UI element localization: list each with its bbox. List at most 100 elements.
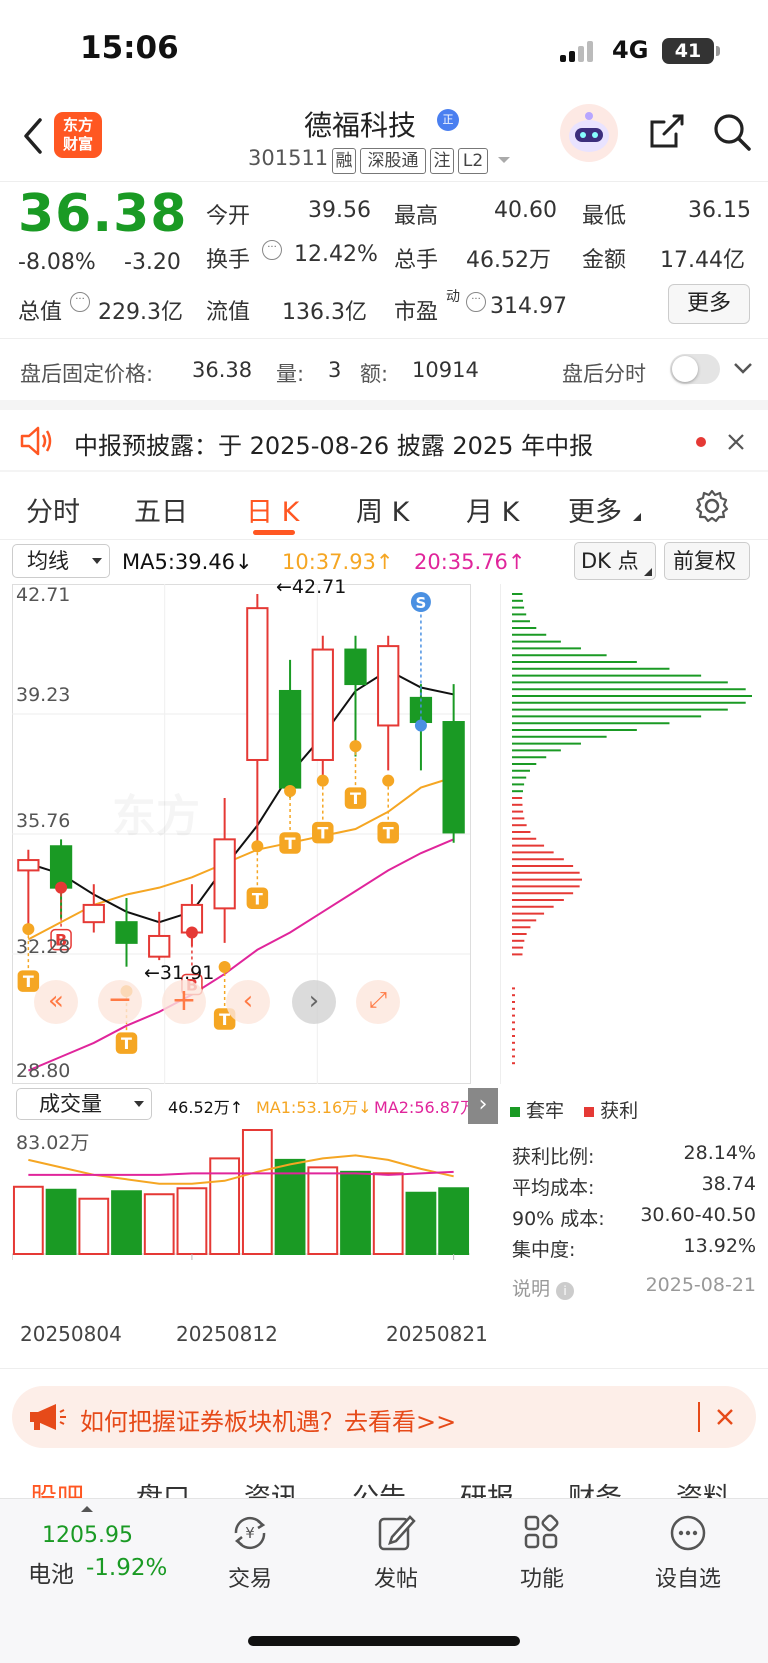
tab-five-day[interactable]: 五日 (134, 490, 188, 529)
app-logo[interactable]: 东方 财富 (54, 112, 102, 158)
fast-rewind-button[interactable]: « (34, 980, 78, 1024)
index-value[interactable]: 1205.95 (42, 1523, 133, 1548)
candle-body (442, 721, 465, 834)
notice-bar[interactable]: 中报预披露：于 2025-08-26 披露 2025 年中报 (0, 410, 768, 472)
signal-dot (185, 926, 198, 939)
gear-icon[interactable] (694, 488, 730, 524)
candle-body (246, 607, 269, 761)
tag-registered: 注 (430, 148, 454, 174)
kline-chart[interactable]: TBTBTTTTTTS 42.71 39.23 35.76 32.28 28.8… (12, 576, 500, 1084)
volume-bar (241, 1129, 273, 1255)
subtab-forum[interactable]: 股吧 (30, 1476, 84, 1500)
close-icon[interactable] (726, 432, 746, 452)
subtab-financials[interactable]: 财务 (568, 1476, 622, 1500)
share-icon[interactable] (644, 110, 688, 154)
subtab-research[interactable]: 研报 (460, 1476, 514, 1500)
open-label: 今开 (206, 204, 251, 229)
candle-body (311, 648, 334, 761)
info-icon: i (556, 1282, 575, 1300)
assistant-robot-icon[interactable] (560, 104, 618, 162)
high-annotation: ←42.71 (276, 576, 347, 598)
chip-note-row[interactable]: 说明 i 2025-08-21 (512, 1274, 756, 1301)
tab-more[interactable]: 更多 (568, 490, 622, 529)
back-arrow-icon[interactable] (18, 116, 48, 156)
candle-body (213, 838, 236, 910)
amount-value: 17.44亿 (660, 248, 745, 273)
tab-weekly-k[interactable]: 周 K (356, 490, 409, 529)
fullscreen-button[interactable]: ⤢ (356, 980, 400, 1024)
pan-right-button[interactable]: › (292, 980, 336, 1024)
date-label: 20250804 (20, 1322, 122, 1346)
signal-label: T (383, 824, 394, 843)
promo-banner[interactable]: 如何把握证券板块机遇？去看看>> (12, 1386, 756, 1448)
subtab-news[interactable]: 资讯 (244, 1476, 298, 1500)
volume-bar (111, 1190, 142, 1255)
volume-chart: 83.02万 (12, 1126, 500, 1316)
last-price: 36.38 (18, 184, 188, 244)
y-tick-label: 42.71 (16, 584, 71, 606)
high-label: 最高 (394, 204, 439, 229)
zoom-in-button[interactable]: + (162, 980, 206, 1024)
y-tick-label: 39.23 (16, 684, 71, 706)
date-label: 20250821 (386, 1322, 488, 1346)
info-dots-icon[interactable]: ··· (262, 240, 282, 260)
candle-body (344, 648, 367, 686)
zoom-out-button[interactable]: − (98, 980, 142, 1024)
tab-intraday[interactable]: 分时 (26, 490, 80, 529)
after-hours-toggle[interactable] (670, 354, 720, 384)
volume-bar (78, 1197, 110, 1255)
legend-trapped: 套牢 (526, 1100, 565, 1122)
chip-legend: 套牢 获利 (510, 1096, 638, 1123)
dk-point-button[interactable]: DK 点 (574, 542, 656, 580)
index-change[interactable]: -1.92% (86, 1555, 167, 1581)
candle-body (49, 845, 73, 889)
signal-dot (382, 774, 395, 787)
close-icon[interactable] (716, 1408, 734, 1426)
dropdown-caret-icon[interactable] (496, 154, 512, 166)
volume-bar (176, 1187, 208, 1255)
volume-ma2: MA2:56.87万 (374, 1098, 474, 1117)
nav-add-watchlist-label: 设自选 (654, 1567, 721, 1592)
ma10-value: 10:37.93↑ (282, 550, 394, 574)
subtab-announcements[interactable]: 公告 (352, 1476, 406, 1500)
search-icon[interactable] (710, 110, 754, 154)
index-name[interactable]: 电池 (28, 1555, 74, 1589)
sub-tabs: 股吧 盘口 资讯 公告 研报 财务 资料 (0, 1470, 768, 1500)
subtab-profile[interactable]: 资料 (676, 1476, 730, 1500)
low-value: 36.15 (688, 198, 751, 223)
y-tick-label: 28.80 (16, 1060, 71, 1082)
turnover-value: 12.42% (294, 242, 378, 267)
volume-max-label: 83.02万 (16, 1132, 90, 1154)
high-value: 40.60 (494, 198, 557, 223)
adjust-button[interactable]: 前复权 (664, 542, 750, 580)
open-value: 39.56 (308, 198, 371, 223)
info-dots-icon[interactable]: ··· (466, 292, 486, 312)
after-hours-row: 盘后固定价格: 36.38 量: 3 额: 10914 盘后分时 (0, 338, 768, 400)
watermark: 东方 (112, 780, 200, 844)
nav-trade[interactable]: ¥ 交易 (190, 1511, 310, 1593)
subtab-orderbook[interactable]: 盘口 (136, 1476, 190, 1500)
info-dots-icon[interactable]: ··· (70, 292, 90, 312)
low-label: 最低 (582, 204, 627, 229)
expand-arrow-button[interactable]: › (468, 1088, 498, 1124)
float-value-label: 流值 (206, 300, 251, 325)
nav-functions[interactable]: 功能 (482, 1511, 602, 1593)
volume-bar (143, 1193, 175, 1256)
nav-add-watchlist[interactable]: 设自选 (628, 1511, 748, 1593)
indicator-select[interactable]: 均线 (12, 544, 110, 578)
battery-icon: 41 (662, 38, 714, 64)
y-tick-label: 32.28 (16, 936, 71, 958)
nav-post[interactable]: 发帖 (336, 1511, 456, 1593)
volume-indicator-select[interactable]: 成交量 (16, 1088, 152, 1120)
signal-dot (22, 923, 35, 936)
tab-monthly-k[interactable]: 月 K (466, 490, 519, 529)
ma-legend-bar: 均线 MA5:39.46↓ 10:37.93↑ 20:35.76↑ DK 点 前… (0, 540, 768, 584)
pe-value: 314.97 (490, 294, 567, 319)
signal-dot (251, 840, 264, 853)
candle-body (17, 859, 40, 872)
pan-left-button[interactable]: ‹ (226, 980, 270, 1024)
volume-bar (405, 1191, 437, 1255)
chevron-down-icon[interactable] (732, 360, 754, 376)
more-quote-button[interactable]: 更多 (668, 284, 750, 324)
tab-daily-k[interactable]: 日 K (246, 490, 299, 529)
